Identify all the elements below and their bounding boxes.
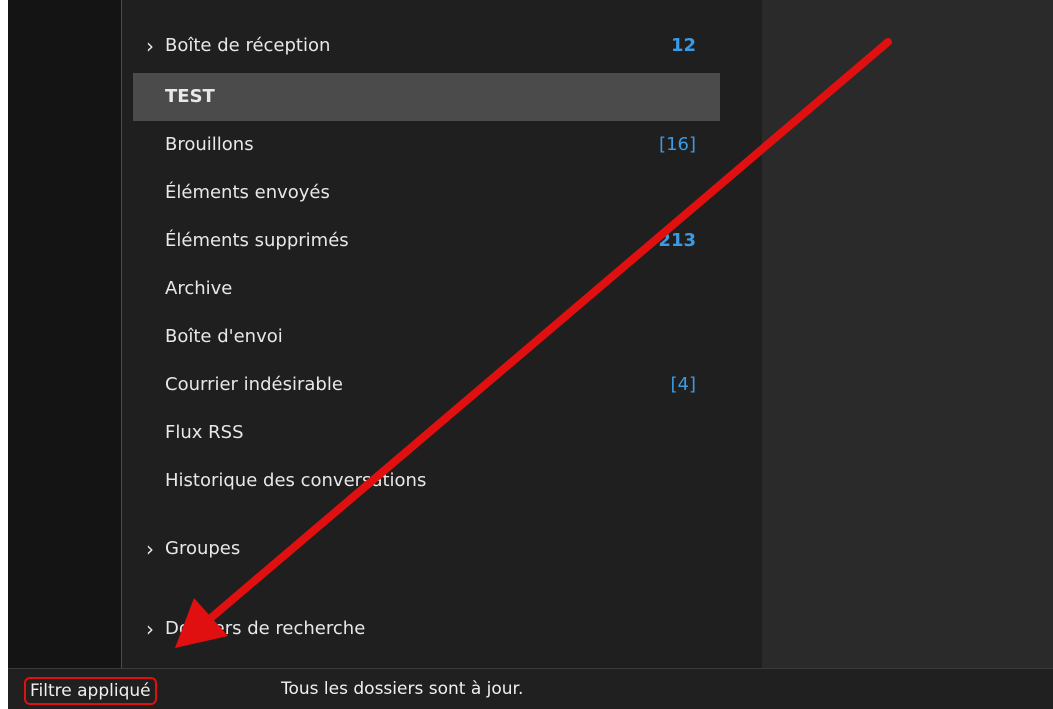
reading-pane: [762, 0, 1053, 668]
folder-label: Boîte d'envoi: [165, 326, 283, 347]
mail-app-window: › Boîte de réception 12 TEST Brouillons …: [8, 0, 1053, 709]
unread-count: 12: [670, 35, 696, 56]
chevron-right-icon[interactable]: ›: [146, 22, 154, 70]
folder-item-junk[interactable]: Courrier indésirable [4]: [133, 361, 720, 409]
folder-label: Courrier indésirable: [165, 374, 343, 395]
folder-item-inbox[interactable]: › Boîte de réception 12: [133, 22, 720, 70]
section-label: Dossiers de recherche: [165, 618, 366, 639]
folder-label: Éléments supprimés: [165, 230, 349, 251]
sync-status-text: Tous les dossiers sont à jour.: [281, 679, 524, 699]
folder-item-conversation-history[interactable]: Historique des conversations: [133, 457, 720, 505]
section-groups[interactable]: › Groupes: [133, 525, 720, 573]
folder-pane: › Boîte de réception 12 TEST Brouillons …: [122, 0, 762, 668]
folder-label: Historique des conversations: [165, 470, 427, 491]
folder-label: TEST: [165, 86, 215, 107]
folder-label: Brouillons: [165, 134, 254, 155]
folder-item-drafts[interactable]: Brouillons [16]: [133, 121, 720, 169]
folder-item-test[interactable]: TEST: [133, 73, 720, 121]
folder-item-archive[interactable]: Archive: [133, 265, 720, 313]
folder-item-outbox[interactable]: Boîte d'envoi: [133, 313, 720, 361]
section-label: Groupes: [165, 538, 241, 559]
folder-item-deleted[interactable]: Éléments supprimés 213: [133, 217, 720, 265]
section-search-folders[interactable]: › Dossiers de recherche: [133, 605, 720, 653]
unread-count: 213: [658, 230, 696, 251]
folder-label: Flux RSS: [165, 422, 244, 443]
folder-item-sent[interactable]: Éléments envoyés: [133, 169, 720, 217]
folder-label: Archive: [165, 278, 233, 299]
folder-label: Boîte de réception: [165, 35, 331, 56]
filter-applied-indicator[interactable]: Filtre appliqué: [24, 677, 157, 705]
folder-label: Éléments envoyés: [165, 182, 330, 203]
status-bar: Filtre appliqué Tous les dossiers sont à…: [8, 668, 1053, 709]
chevron-right-icon[interactable]: ›: [146, 525, 154, 573]
item-count: [16]: [659, 134, 696, 155]
folder-item-rss[interactable]: Flux RSS: [133, 409, 720, 457]
chevron-right-icon[interactable]: ›: [146, 605, 154, 653]
navigation-rail: [8, 0, 121, 668]
item-count: [4]: [670, 374, 697, 395]
